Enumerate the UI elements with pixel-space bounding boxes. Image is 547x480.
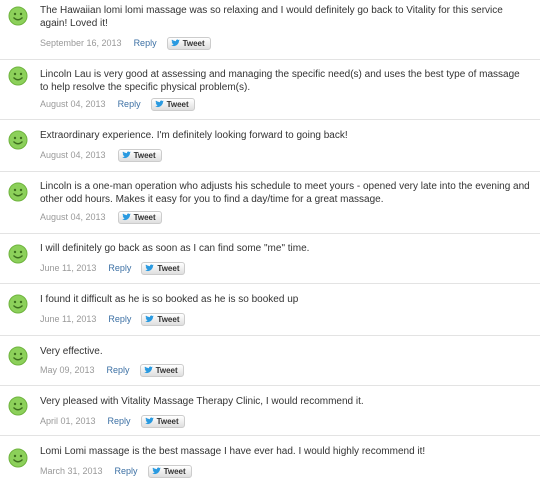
reply-link[interactable]: Reply: [108, 416, 131, 426]
review-text: I found it difficult as he is so booked …: [40, 294, 299, 305]
tweet-button[interactable]: Tweet: [141, 261, 186, 275]
smiley-face-icon: [8, 6, 28, 26]
twitter-bird-icon: [121, 151, 131, 159]
tweet-button[interactable]: Tweet: [139, 363, 184, 377]
review-text: The Hawaiian lomi lomi massage was so re…: [40, 5, 503, 29]
tweet-button[interactable]: Tweet: [166, 36, 211, 50]
reply-link[interactable]: Reply: [107, 365, 130, 375]
review-text: Lomi Lomi massage is the best massage I …: [40, 446, 426, 457]
smiley-face-icon: [8, 66, 28, 86]
smiley-face-icon: [8, 244, 28, 264]
tweet-label: Tweet: [156, 416, 179, 426]
review-item: Very effective. May 09, 2013 Reply Tweet: [0, 336, 540, 386]
review-date: June 11, 2013: [40, 263, 97, 273]
review-meta: September 16, 2013 Reply Tweet: [40, 36, 211, 50]
review-date: April 01, 2013: [40, 416, 96, 426]
review-item: I will definitely go back as soon as I c…: [0, 234, 540, 284]
review-item: Lomi Lomi massage is the best massage I …: [0, 436, 540, 480]
review-item: I found it difficult as he is so booked …: [0, 284, 540, 336]
review-meta: April 01, 2013 Reply Tweet: [40, 414, 185, 428]
review-date: June 11, 2013: [40, 314, 97, 324]
smiley-face-icon: [8, 294, 28, 314]
smiley-face-icon: [8, 396, 28, 416]
review-meta: August 04, 2013 Reply Tweet: [40, 97, 195, 111]
tweet-label: Tweet: [163, 466, 186, 476]
twitter-bird-icon: [144, 417, 154, 425]
tweet-button[interactable]: Tweet: [141, 312, 186, 326]
review-item: The Hawaiian lomi lomi massage was so re…: [0, 0, 540, 60]
reviews-list: The Hawaiian lomi lomi massage was so re…: [0, 0, 547, 480]
smiley-face-icon: [8, 448, 28, 468]
review-meta: March 31, 2013 Reply Tweet: [40, 464, 192, 478]
review-date: March 31, 2013: [40, 466, 103, 476]
reply-link[interactable]: Reply: [134, 38, 157, 48]
tweet-button[interactable]: Tweet: [117, 148, 162, 162]
smiley-face-icon: [8, 130, 28, 150]
twitter-bird-icon: [145, 315, 155, 323]
twitter-bird-icon: [170, 39, 180, 47]
tweet-label: Tweet: [155, 365, 178, 375]
review-date: August 04, 2013: [40, 150, 106, 160]
smiley-face-icon: [8, 346, 28, 366]
tweet-label: Tweet: [166, 99, 189, 109]
smiley-face-icon: [8, 182, 28, 202]
review-text: Very effective.: [40, 346, 103, 357]
tweet-button[interactable]: Tweet: [140, 414, 185, 428]
review-date: May 09, 2013: [40, 365, 95, 375]
review-text: Lincoln is a one-man operation who adjus…: [40, 181, 530, 205]
tweet-label: Tweet: [133, 212, 156, 222]
review-meta: August 04, 2013 Tweet: [40, 148, 162, 162]
review-text: Very pleased with Vitality Massage Thera…: [40, 396, 364, 407]
tweet-button[interactable]: Tweet: [147, 464, 192, 478]
twitter-bird-icon: [143, 366, 153, 374]
reply-link[interactable]: Reply: [118, 99, 141, 109]
review-text: Extraordinary experience. I'm definitely…: [40, 130, 348, 141]
review-item: Extraordinary experience. I'm definitely…: [0, 120, 540, 172]
review-date: August 04, 2013: [40, 99, 106, 109]
review-meta: June 11, 2013 Reply Tweet: [40, 312, 186, 326]
review-meta: August 04, 2013 Tweet: [40, 210, 162, 224]
review-date: September 16, 2013: [40, 38, 122, 48]
review-text: I will definitely go back as soon as I c…: [40, 243, 310, 254]
twitter-bird-icon: [145, 264, 155, 272]
review-date: August 04, 2013: [40, 212, 106, 222]
review-item: Lincoln Lau is very good at assessing an…: [0, 60, 540, 120]
twitter-bird-icon: [151, 467, 161, 475]
reply-link[interactable]: Reply: [108, 314, 131, 324]
tweet-label: Tweet: [157, 263, 180, 273]
twitter-bird-icon: [121, 213, 131, 221]
tweet-button[interactable]: Tweet: [117, 210, 162, 224]
tweet-button[interactable]: Tweet: [150, 97, 195, 111]
review-item: Very pleased with Vitality Massage Thera…: [0, 386, 540, 436]
tweet-label: Tweet: [133, 150, 156, 160]
reply-link[interactable]: Reply: [115, 466, 138, 476]
review-meta: June 11, 2013 Reply Tweet: [40, 261, 186, 275]
reply-link[interactable]: Reply: [108, 263, 131, 273]
tweet-label: Tweet: [182, 38, 205, 48]
review-meta: May 09, 2013 Reply Tweet: [40, 363, 184, 377]
twitter-bird-icon: [154, 100, 164, 108]
review-text: Lincoln Lau is very good at assessing an…: [40, 69, 520, 93]
tweet-label: Tweet: [157, 314, 180, 324]
review-item: Lincoln is a one-man operation who adjus…: [0, 172, 540, 234]
